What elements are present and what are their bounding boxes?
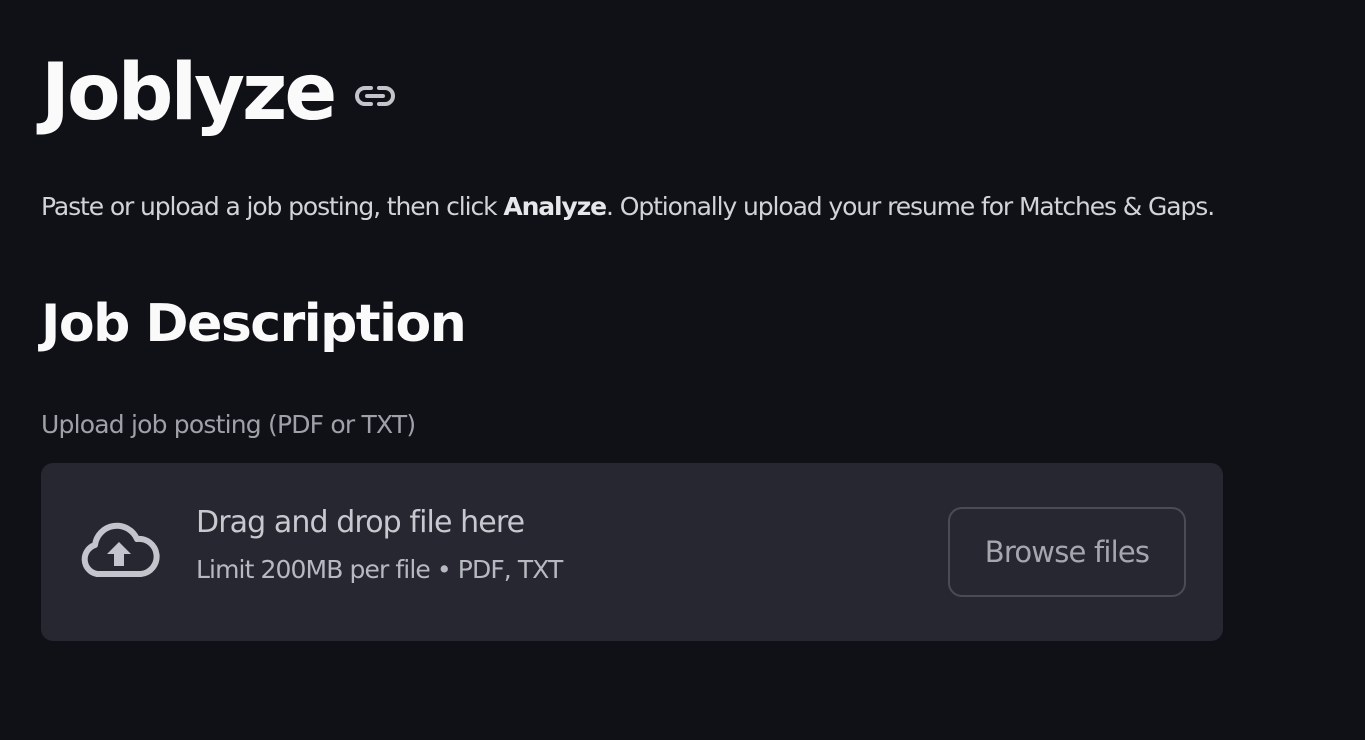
title-row: Joblyze	[41, 40, 396, 145]
link-icon[interactable]	[354, 84, 396, 108]
dropzone-text: Drag and drop file here Limit 200MB per …	[196, 505, 563, 585]
file-dropzone[interactable]: Drag and drop file here Limit 200MB per …	[41, 463, 1223, 641]
cloud-upload-icon	[77, 522, 161, 580]
dropzone-limits: Limit 200MB per file • PDF, TXT	[196, 555, 563, 584]
dropzone-instructions: Drag and drop file here	[196, 505, 525, 540]
intro-text: Paste or upload a job posting, then clic…	[41, 192, 1215, 221]
intro-text-end: . Optionally upload your resume for Matc…	[606, 192, 1215, 221]
page-title: Joblyze	[41, 47, 337, 138]
job-description-heading: Job Description	[41, 294, 467, 354]
browse-files-button[interactable]: Browse files	[948, 507, 1186, 597]
upload-label: Upload job posting (PDF or TXT)	[41, 410, 416, 439]
intro-text-start: Paste or upload a job posting, then clic…	[41, 192, 504, 221]
intro-analyze-emphasis: Analyze	[503, 192, 607, 221]
